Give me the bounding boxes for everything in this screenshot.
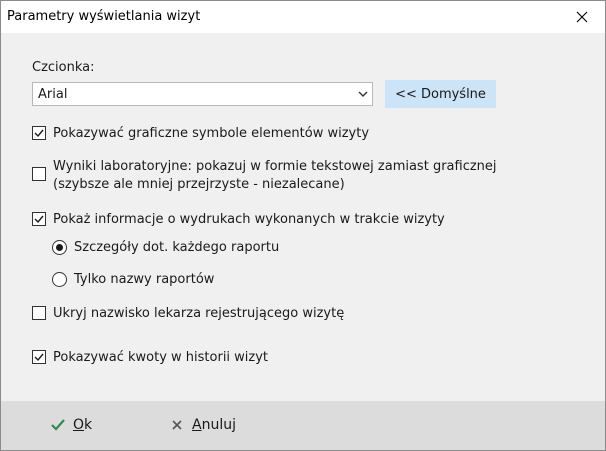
ok-button-label: Ok bbox=[73, 417, 93, 433]
close-button[interactable] bbox=[559, 1, 605, 33]
font-label: Czcionka: bbox=[32, 60, 95, 75]
option-hide-doctor[interactable]: Ukryj nazwisko lekarza rejestrującego wi… bbox=[32, 305, 344, 323]
checkbox-printouts[interactable] bbox=[32, 212, 46, 226]
defaults-button-label: << Domyślne bbox=[395, 86, 486, 102]
radio-names[interactable] bbox=[52, 272, 67, 287]
lab-results-line1: Wyniki laboratoryjne: pokazuj w formie t… bbox=[53, 159, 497, 174]
option-graphic-symbols[interactable]: Pokazywać graficzne symbole elementów wi… bbox=[32, 125, 369, 143]
radio-option-names[interactable]: Tylko nazwy raportów bbox=[52, 271, 214, 289]
check-icon bbox=[34, 215, 44, 224]
radio-names-label: Tylko nazwy raportów bbox=[74, 272, 215, 287]
cancel-button-label: Anuluj bbox=[192, 417, 236, 433]
ok-button[interactable]: Ok bbox=[49, 416, 92, 434]
check-icon bbox=[34, 129, 44, 138]
printouts-label: Pokaż informacje o wydrukach wykonanych … bbox=[53, 212, 445, 227]
radio-details-label: Szczegóły dot. każdego raportu bbox=[74, 240, 280, 255]
close-icon bbox=[576, 11, 588, 23]
lab-results-line2: (szybsze ale mniej przejrzyste - niezale… bbox=[53, 177, 345, 192]
font-select[interactable]: Arial bbox=[32, 82, 373, 106]
check-icon bbox=[34, 353, 44, 362]
checkbox-hide-doctor[interactable] bbox=[32, 306, 46, 320]
dialog-footer: Ok Anuluj bbox=[1, 401, 605, 450]
dialog-window: Parametry wyświetlania wizyt Czcionka: A… bbox=[0, 0, 606, 451]
window-title: Parametry wyświetlania wizyt bbox=[7, 9, 201, 24]
checkbox-lab-results[interactable] bbox=[32, 167, 46, 181]
option-printouts[interactable]: Pokaż informacje o wydrukach wykonanych … bbox=[32, 211, 445, 229]
checkmark-icon bbox=[49, 416, 67, 434]
graphic-symbols-label: Pokazywać graficzne symbole elementów wi… bbox=[53, 126, 370, 141]
checkbox-graphic-symbols[interactable] bbox=[32, 126, 46, 140]
defaults-button[interactable]: << Domyślne bbox=[385, 80, 496, 108]
checkbox-show-amounts[interactable] bbox=[32, 350, 46, 364]
option-show-amounts[interactable]: Pokazywać kwoty w historii wizyt bbox=[32, 349, 268, 367]
font-select-value: Arial bbox=[38, 87, 68, 102]
title-bar: Parametry wyświetlania wizyt bbox=[1, 1, 605, 33]
option-lab-results[interactable]: Wyniki laboratoryjne: pokazuj w formie t… bbox=[32, 158, 497, 194]
radio-details[interactable] bbox=[52, 240, 67, 255]
lab-results-label: Wyniki laboratoryjne: pokazuj w formie t… bbox=[53, 158, 497, 194]
cancel-button[interactable]: Anuluj bbox=[168, 416, 236, 434]
chevron-down-icon bbox=[358, 91, 368, 97]
show-amounts-label: Pokazywać kwoty w historii wizyt bbox=[53, 350, 269, 365]
radio-option-details[interactable]: Szczegóły dot. każdego raportu bbox=[52, 239, 279, 257]
close-icon bbox=[168, 416, 186, 434]
radio-selected-dot bbox=[56, 244, 63, 251]
hide-doctor-label: Ukryj nazwisko lekarza rejestrującego wi… bbox=[53, 306, 345, 321]
